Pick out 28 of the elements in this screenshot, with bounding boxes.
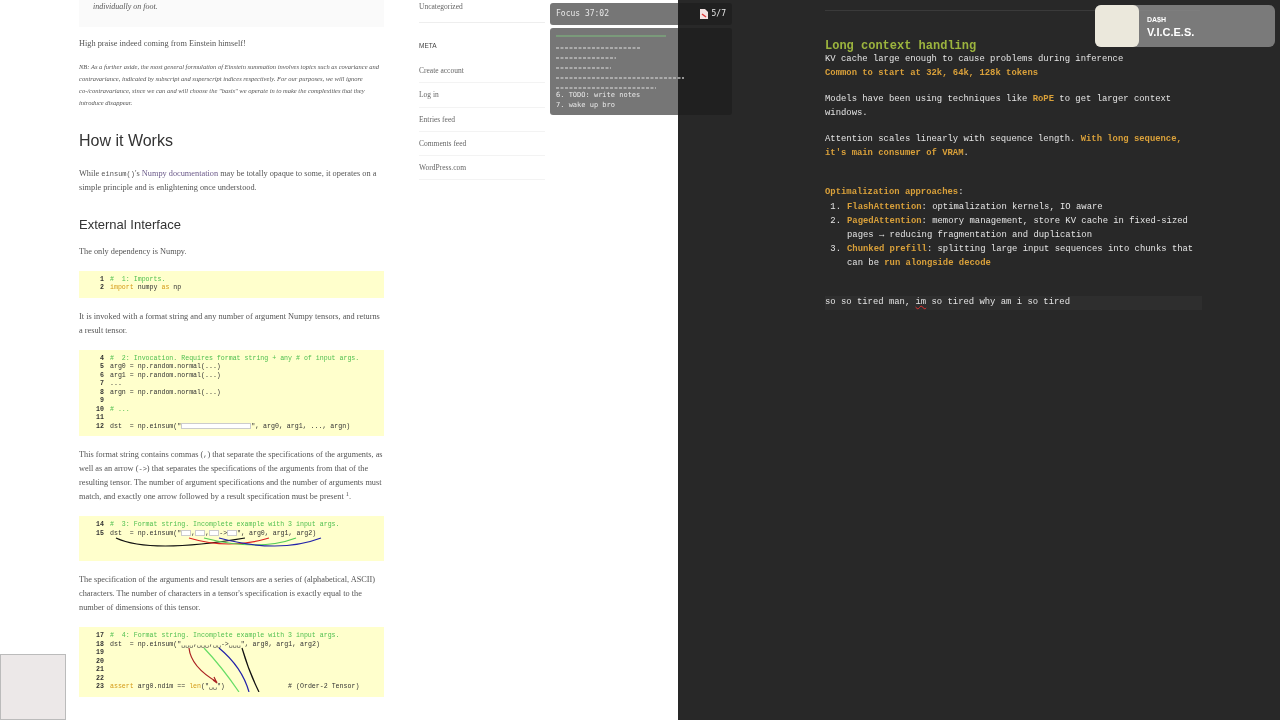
list-number: 3.: [829, 243, 842, 256]
paragraph: High praise indeed coming from Einstein himself!: [79, 38, 247, 50]
note-line: Optimalization approaches:: [825, 186, 965, 199]
notes-heading: Long context handling: [825, 39, 978, 53]
list-text: PagedAttention: memory management, store KV cache in fixed-sized pages → reducing fragmentation and duplication: [847, 215, 1188, 242]
list-number: 2.: [829, 215, 842, 228]
note-line: KV cache large enough to cause problems during inference: [825, 53, 1125, 66]
subsection-heading: External Interface: [79, 216, 182, 234]
task-count: 5/7: [711, 8, 726, 20]
note-line: Attention scales linearly with sequence length. With long sequence,: [825, 133, 1183, 146]
note-line: Common to start at 32k, 64k, 128k tokens: [825, 66, 1040, 80]
list-text: Chunked prefill: splitting large input sequences into chunks that can be run alongside decode: [847, 243, 1194, 270]
doc-link[interactable]: Numpy documentation: [141, 169, 219, 178]
note-line: Models have been using techniques like RoPE to get larger context: [825, 93, 1173, 106]
photo-placeholder: [0, 654, 66, 720]
timer-label: Focus 37:02: [556, 8, 609, 20]
album-art-placeholder: [1095, 5, 1139, 47]
track-title: V.I.C.E.S.: [1147, 26, 1195, 38]
document-icon: [699, 9, 708, 19]
list-number: 1.: [829, 200, 842, 214]
paragraph: It is invoked with a format string and any number of argument Numpy tensors, and returns a result tensor.: [79, 310, 381, 337]
quote-text: individually on foot.: [93, 2, 158, 11]
paragraph: The only dependency is Numpy.: [79, 245, 188, 258]
list-text: FlashAttention: optimalization kernels, IO aware: [847, 200, 1103, 214]
note-line: windows.: [825, 106, 869, 120]
section-heading: How it Works: [79, 131, 174, 151]
note-line: it's main consumer of VRAM.: [825, 146, 970, 160]
paragraph: The specification of the arguments and result tensors are a series of (alphabetical, ASCII) characters. The number of characters in a tensor's specification is exactly equal to the number of dimensions of this tensor.: [79, 574, 377, 614]
